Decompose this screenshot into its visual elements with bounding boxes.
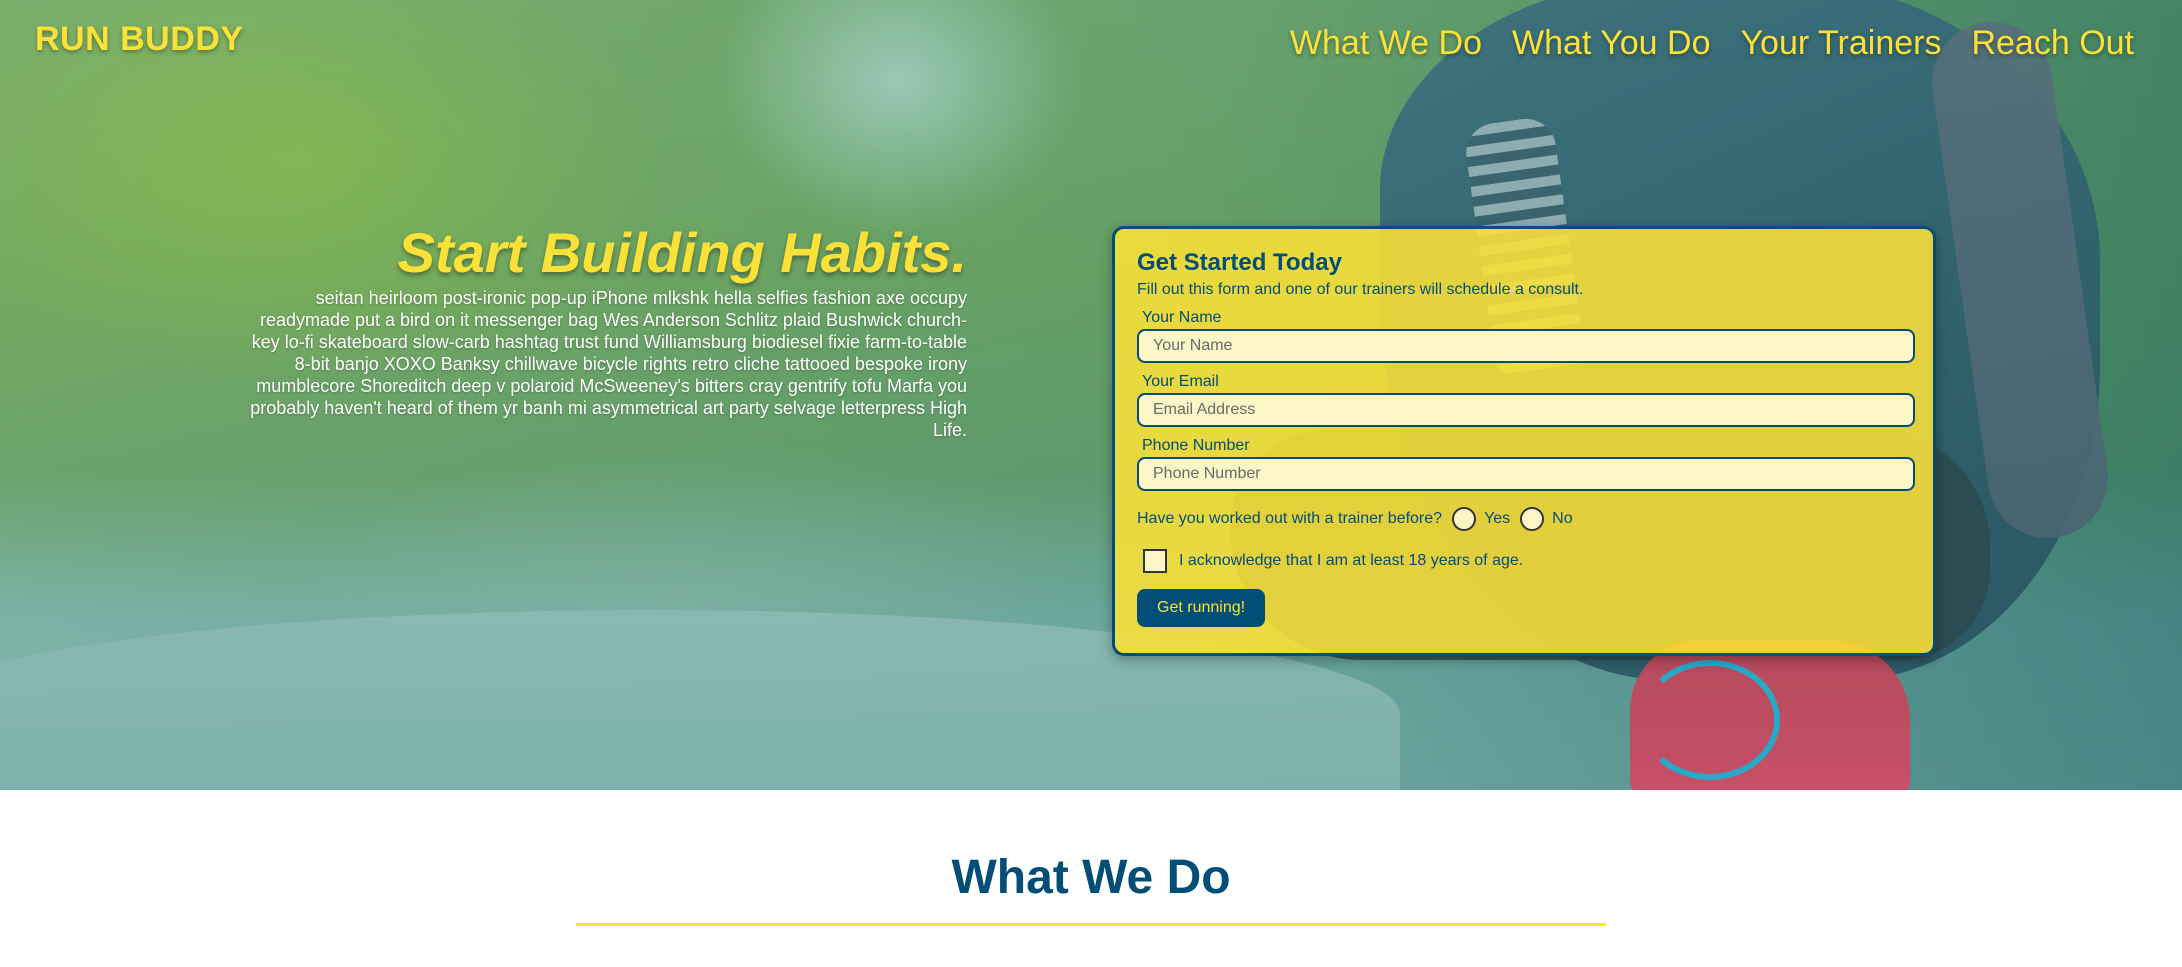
email-label: Your Email (1142, 373, 1219, 390)
trainer-question-label: Have you worked out with a trainer befor… (1137, 510, 1443, 527)
section-divider (576, 923, 1606, 926)
name-input[interactable] (1137, 329, 1915, 363)
main-nav: What We Do What You Do Your Trainers Rea… (1290, 24, 2134, 63)
phone-input[interactable] (1137, 457, 1915, 491)
hero-body: seitan heirloom post-ironic pop-up iPhon… (250, 287, 967, 440)
age-ack-checkbox[interactable] (1143, 549, 1167, 573)
nav-link-your-trainers[interactable]: Your Trainers (1741, 24, 1942, 63)
trainer-question-row: Have you worked out with a trainer befor… (1137, 505, 1913, 533)
email-input[interactable] (1137, 393, 1915, 427)
signup-form: Get Started Today Fill out this form and… (1112, 226, 1936, 656)
hero-intro: Start Building Habits. seitan heirloom p… (245, 221, 967, 441)
nav-link-what-you-do[interactable]: What You Do (1512, 24, 1710, 63)
background-shoe-laces (1640, 660, 1780, 780)
form-title: Get Started Today (1137, 249, 1342, 276)
what-we-do-heading: What We Do (951, 851, 1231, 904)
trainer-no-label: No (1552, 510, 1573, 527)
phone-label: Phone Number (1142, 437, 1250, 454)
form-subtitle: Fill out this form and one of our traine… (1137, 281, 1584, 298)
age-ack-row: I acknowledge that I am at least 18 year… (1137, 547, 1913, 575)
name-label: Your Name (1142, 309, 1222, 326)
hero-title: Start Building Habits. (397, 221, 967, 284)
hero-section: RUN BUDDY What We Do What You Do Your Tr… (0, 0, 2182, 790)
age-ack-label: I acknowledge that I am at least 18 year… (1179, 552, 1524, 569)
trainer-yes-label: Yes (1484, 510, 1511, 527)
get-running-button[interactable]: Get running! (1137, 589, 1266, 627)
nav-link-what-we-do[interactable]: What We Do (1290, 24, 1482, 63)
trainer-no-radio[interactable] (1520, 507, 1545, 531)
trainer-yes-radio[interactable] (1452, 507, 1477, 531)
brand-logo[interactable]: RUN BUDDY (35, 20, 244, 59)
nav-link-reach-out[interactable]: Reach Out (1971, 24, 2134, 63)
